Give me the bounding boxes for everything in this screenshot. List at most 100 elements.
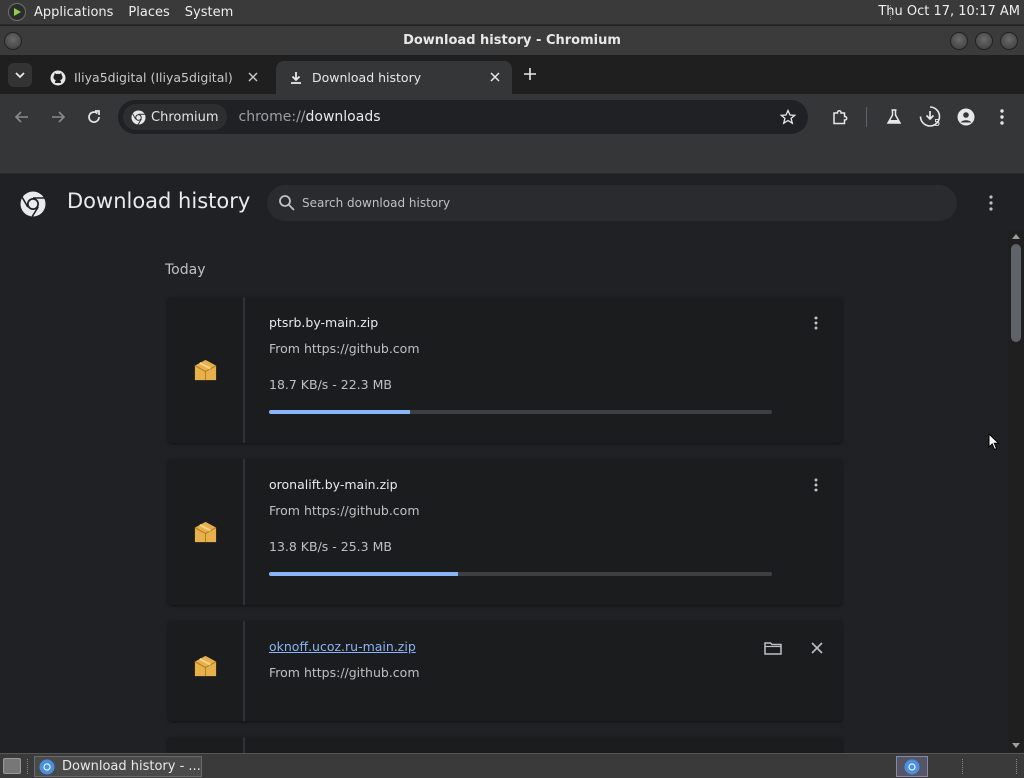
download-progress-bar [269, 572, 772, 576]
taskbar-window-button[interactable]: Download history - ... [34, 756, 202, 777]
downloads-count-badge: 5 [934, 118, 941, 129]
download-icon-column [168, 621, 245, 721]
plus-icon [524, 68, 536, 80]
download-source: From https://github.com [269, 503, 420, 518]
downloads-page: Download history Today ptsrb.by-main.zip… [0, 175, 1024, 757]
show-in-folder-button[interactable] [762, 637, 784, 659]
chromium-logo-icon [904, 759, 920, 774]
url-host: downloads [305, 109, 381, 125]
taskbar-separator [27, 759, 29, 774]
window-titlebar[interactable]: Download history - Chromium [0, 26, 1024, 55]
kebab-menu-icon [814, 316, 818, 330]
download-more-actions-button[interactable] [806, 474, 826, 496]
new-tab-button[interactable] [519, 63, 541, 85]
date-section-label: Today [165, 262, 206, 278]
tab-strip: Iliya5digital (Iliya5digital) / Re Downl… [0, 55, 1024, 94]
top-panel: Applications Places System Thu Oct 17, 1… [0, 0, 1024, 25]
download-progress-fill [269, 410, 410, 414]
arrow-right-icon [52, 111, 66, 123]
download-status: 13.8 KB/s - 25.3 MB [269, 539, 392, 554]
github-icon [50, 70, 66, 85]
bookmarks-bar [0, 140, 1024, 174]
panel-clock[interactable]: Thu Oct 17, 10:17 AM [878, 4, 1020, 19]
tab-close-icon[interactable] [246, 70, 260, 84]
kebab-menu-icon [1000, 109, 1004, 125]
search-bar[interactable] [267, 185, 957, 221]
archive-file-icon [194, 655, 217, 677]
download-status: 18.7 KB/s - 22.3 MB [269, 377, 392, 392]
close-window-icon[interactable] [1000, 32, 1018, 50]
download-item: oronalift.by-main.zip From https://githu… [168, 459, 842, 605]
kebab-menu-icon [989, 195, 993, 211]
tab-github[interactable]: Iliya5digital (Iliya5digital) / Re [38, 61, 270, 94]
url-scheme: chrome:// [238, 109, 306, 125]
flask-icon [886, 109, 902, 124]
show-desktop-icon[interactable] [3, 758, 21, 774]
download-icon-column [168, 297, 245, 443]
scroll-down-arrow-icon[interactable] [1012, 743, 1020, 748]
kebab-menu-icon [814, 478, 818, 492]
download-progress-bar [269, 410, 772, 414]
forward-button[interactable] [46, 105, 70, 129]
scroll-up-arrow-icon[interactable] [1012, 234, 1020, 239]
download-icon-column [168, 459, 245, 605]
address-bar[interactable]: Chromium chrome://downloads [118, 100, 808, 134]
downloads-button[interactable]: 5 [918, 105, 942, 129]
browser-toolbar: Chromium chrome://downloads 5 [0, 94, 1024, 140]
download-source: From https://github.com [269, 665, 420, 680]
archive-file-icon [194, 521, 217, 543]
close-icon [811, 642, 823, 654]
search-input[interactable] [302, 196, 902, 210]
toolbar-divider [866, 107, 867, 127]
download-more-actions-button[interactable] [806, 312, 826, 334]
reload-icon [88, 110, 100, 123]
remove-download-button[interactable] [806, 637, 828, 659]
distro-logo-icon[interactable] [8, 3, 26, 21]
labs-button[interactable] [882, 105, 906, 129]
tab-title: Download history [312, 70, 422, 85]
folder-icon [764, 642, 782, 655]
window-title: Download history - Chromium [403, 33, 621, 48]
bottom-taskbar: Download history - ... [0, 753, 1024, 778]
tab-download-history[interactable]: Download history [276, 61, 512, 94]
minimize-icon[interactable] [950, 32, 968, 50]
taskbar-separator [962, 759, 964, 774]
taskbar-window-label: Download history - ... [62, 759, 201, 774]
avatar-icon [957, 108, 975, 126]
browser-menu-button[interactable] [990, 105, 1014, 129]
download-icon [291, 71, 301, 84]
tab-close-icon[interactable] [488, 70, 502, 84]
downloads-header: Download history [0, 175, 1024, 231]
reload-button[interactable] [82, 105, 106, 129]
bookmark-star-button[interactable] [779, 108, 797, 129]
chevron-down-icon [15, 72, 25, 79]
archive-file-icon [194, 359, 217, 381]
page-menu-button[interactable] [980, 191, 1002, 215]
taskbar-separator [1016, 759, 1018, 774]
menu-applications[interactable]: Applications [34, 5, 113, 20]
download-item: oknoff.ucoz.ru-main.zip From https://git… [168, 621, 842, 721]
star-icon [779, 108, 797, 125]
menu-system[interactable]: System [185, 5, 233, 20]
mouse-cursor-icon [988, 433, 1000, 451]
download-filename[interactable]: oronalift.by-main.zip [269, 477, 398, 492]
extensions-button[interactable] [828, 105, 852, 129]
window-menu-icon[interactable] [4, 32, 22, 50]
site-chip-label: Chromium [151, 109, 219, 125]
back-button[interactable] [10, 105, 34, 129]
download-filename-link[interactable]: oknoff.ucoz.ru-main.zip [269, 639, 416, 654]
tab-search-button[interactable] [8, 63, 32, 87]
scrollbar-thumb[interactable] [1011, 244, 1021, 342]
profile-button[interactable] [954, 105, 978, 129]
url-text[interactable]: chrome://downloads [239, 109, 381, 125]
arrow-left-icon [14, 111, 28, 123]
download-item: ptsrb.by-main.zip From https://github.co… [168, 297, 842, 443]
download-filename[interactable]: ptsrb.by-main.zip [269, 315, 378, 330]
chromium-logo-icon [20, 191, 46, 217]
maximize-icon[interactable] [975, 32, 993, 50]
site-info-chip[interactable]: Chromium [123, 104, 227, 130]
chromium-logo-icon [131, 109, 146, 125]
menu-places[interactable]: Places [128, 5, 169, 20]
page-scrollbar[interactable] [1008, 230, 1024, 752]
workspace-switcher[interactable] [896, 756, 928, 777]
